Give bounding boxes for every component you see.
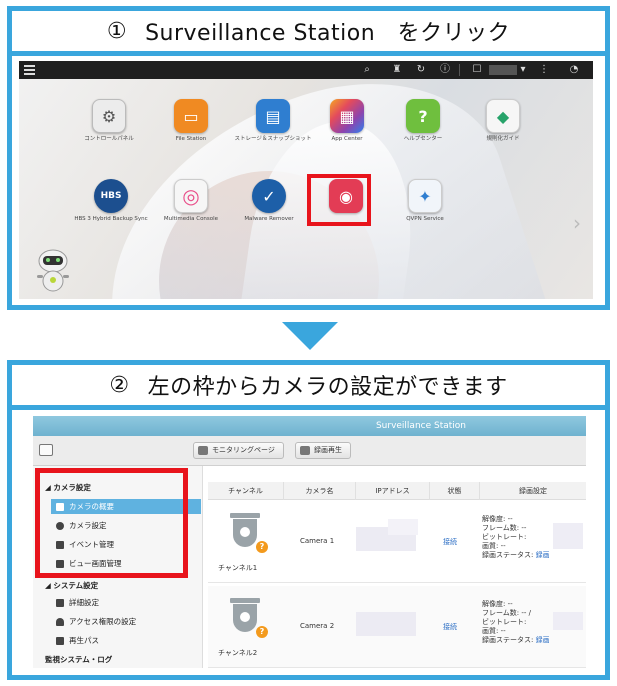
camera-name: Camera 2 (300, 622, 335, 630)
sidebar-monitoring-log[interactable]: 監視システム・ログ (45, 654, 112, 665)
sidebar-item-playback-path[interactable]: 再生パス (51, 633, 201, 648)
next-page-icon[interactable]: › (573, 211, 581, 235)
app-label: QVPN Service (406, 216, 444, 222)
app-label: Multimedia Console (163, 216, 219, 222)
menu-icon[interactable] (23, 63, 37, 77)
app-label: 規則化ガイド (486, 136, 520, 142)
layout-icon[interactable] (39, 444, 53, 456)
taskbar: ⌕ ♜ ↻ ⓘ ☐ ▾ ⋮ ◔ (19, 61, 593, 79)
sync-icon[interactable]: ↻ (415, 63, 427, 77)
header-camera-name[interactable]: カメラ名 (284, 482, 356, 500)
qnap-desktop: ⌕ ♜ ↻ ⓘ ☐ ▾ ⋮ ◔ ⚙ コントロールパネル ▭ File Stati… (19, 61, 593, 299)
step2-title: 左の枠からカメラの設定ができます (147, 375, 508, 400)
question-icon: ? (256, 541, 268, 553)
app-malware-remover[interactable]: ✓ Malware Remover (229, 179, 309, 223)
info-icon[interactable]: ⓘ (439, 63, 451, 77)
app-guide[interactable]: ◆ 規則化ガイド (463, 99, 543, 143)
app-control-panel[interactable]: ⚙ コントロールパネル (69, 99, 149, 143)
channel-name: チャンネル1 (218, 564, 258, 572)
app-help-center[interactable]: ? ヘルプセンター (383, 99, 463, 143)
step1-title: Surveillance Station をクリック (145, 21, 511, 46)
app-storage[interactable]: ▤ ストレージ＆スナップショット (233, 99, 313, 143)
app-label: ストレージ＆スナップショット (234, 136, 312, 142)
search-icon[interactable]: ⌕ (361, 63, 373, 77)
dashboard-icon[interactable]: ◔ (567, 63, 581, 77)
app-hbs3[interactable]: HBS HBS 3 Hybrid Backup Sync (71, 179, 151, 223)
header-status[interactable]: 状態 (430, 482, 480, 500)
header-channel[interactable]: チャンネル (208, 482, 284, 500)
chevron-down-icon[interactable]: ▾ (519, 63, 527, 77)
app-label: ヘルプセンター (403, 136, 443, 142)
step1-number: ① (106, 18, 128, 44)
wrench-icon (56, 599, 64, 607)
surveillance-highlight (307, 174, 371, 226)
header-ip-address[interactable]: IPアドレス (356, 482, 430, 500)
playback-label: 録画再生 (314, 446, 342, 454)
tasks-icon[interactable]: ♜ (391, 63, 403, 77)
down-arrow-icon (282, 322, 338, 350)
app-label: HBS 3 Hybrid Backup Sync (74, 216, 148, 222)
user-icon[interactable]: ☐ (471, 63, 483, 77)
app-label: Malware Remover (244, 216, 294, 222)
step2-number: ② (109, 372, 130, 398)
sidebar-item-advanced-settings[interactable]: 詳細設定 (51, 595, 201, 610)
app-qvpn[interactable]: ✦ QVPN Service (385, 179, 465, 223)
table-header: チャンネル カメラ名 IPアドレス 状態 録画設定 (208, 482, 586, 500)
gear-icon: ⚙ (92, 99, 126, 133)
app-app-center[interactable]: ▦ App Center (307, 99, 387, 143)
more-icon[interactable]: ⋮ (539, 63, 549, 77)
playback-button[interactable]: 録画再生 (295, 442, 351, 459)
storage-icon: ▤ (256, 99, 290, 133)
app-multimedia-console[interactable]: ◎ Multimedia Console (151, 179, 231, 223)
table-row[interactable]: ? チャンネル2 Camera 2 接続 解像度: -- フレーム数: -- /… (208, 586, 586, 668)
camera-name: Camera 1 (300, 537, 335, 545)
connect-link[interactable]: 接続 (443, 622, 457, 632)
sidebar-item-label: 詳細設定 (69, 598, 99, 607)
sidebar-item-access-rights[interactable]: アクセス権限の設定 (51, 614, 201, 629)
help-icon: ? (406, 99, 440, 133)
sidebar-item-label: アクセス権限の設定 (69, 617, 137, 626)
connect-link[interactable]: 接続 (443, 537, 457, 547)
username-field[interactable] (489, 65, 517, 75)
backup-icon: HBS (94, 179, 128, 213)
camera-table: チャンネル カメラ名 IPアドレス 状態 録画設定 ? チャンネル1 Camer… (208, 482, 586, 668)
folder-icon (56, 637, 64, 645)
step1-title-bar: ① Surveillance Station をクリック (12, 11, 605, 56)
cube-icon: ◆ (486, 99, 520, 133)
robot-assistant-icon[interactable] (33, 247, 73, 295)
ip-address-redacted (356, 612, 416, 636)
sidebar-system-settings[interactable]: ◢ システム設定 (45, 580, 98, 591)
app-label: File Station (175, 136, 207, 142)
vpn-icon: ✦ (408, 179, 442, 213)
step2-title-bar: ② 左の枠からカメラの設定ができます (12, 365, 605, 410)
play-icon (300, 446, 310, 455)
recording-link[interactable]: 録画 (536, 636, 550, 644)
header-recording-settings[interactable]: 録画設定 (480, 482, 586, 500)
monitoring-page-button[interactable]: モニタリングページ (193, 442, 284, 459)
recording-info: 解像度: -- フレーム数: -- / ビットレート: 画質: -- 録画ステー… (482, 600, 550, 644)
sidebar-highlight (35, 468, 188, 578)
app-label: App Center (331, 136, 363, 142)
monitoring-page-label: モニタリングページ (212, 446, 275, 454)
table-row[interactable]: ? チャンネル1 Camera 1 接続 解像度: -- フレーム数: -- ビ… (208, 501, 586, 583)
app-file-station[interactable]: ▭ File Station (151, 99, 231, 143)
recording-info: 解像度: -- フレーム数: -- ビットレート: 画質: -- 録画ステータス… (482, 515, 550, 559)
recording-link[interactable]: 録画 (536, 551, 550, 559)
app-grid-icon: ▦ (330, 99, 364, 133)
monitor-icon (198, 446, 208, 455)
question-icon: ? (256, 626, 268, 638)
window-title: Surveillance Station (33, 416, 586, 436)
app-label: コントロールパネル (84, 136, 134, 142)
multimedia-icon: ◎ (174, 179, 208, 213)
user-icon (56, 618, 64, 626)
sidebar-item-label: 再生パス (69, 636, 99, 645)
channel-name: チャンネル2 (218, 649, 258, 657)
folder-icon: ▭ (174, 99, 208, 133)
shield-icon: ✓ (252, 179, 286, 213)
toolbar: モニタリングページ 録画再生 (33, 436, 586, 466)
